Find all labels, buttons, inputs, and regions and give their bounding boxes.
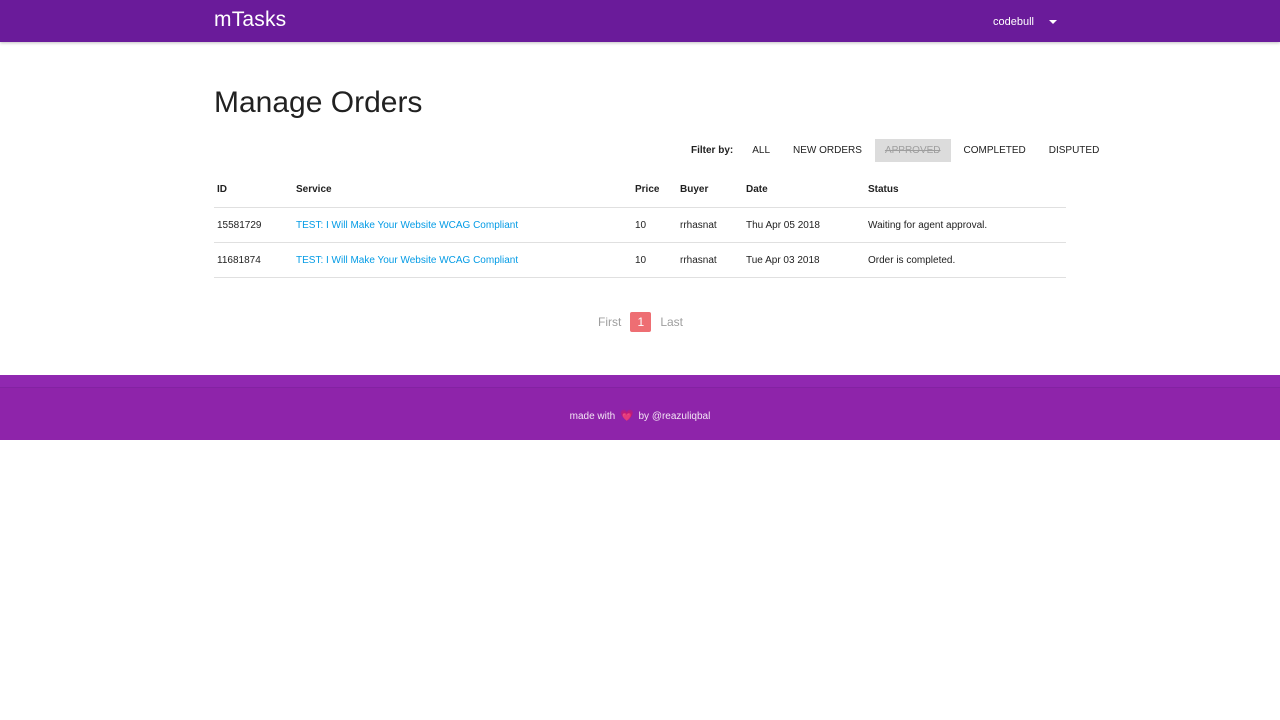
order-id-cell: 15581729 (214, 207, 293, 243)
filter-new-orders-button[interactable]: NEW ORDERS (783, 139, 872, 162)
orders-table: ID Service Price Buyer Date Status 15581… (214, 172, 1066, 278)
order-status-cell: Order is completed. (865, 242, 1066, 278)
pagination-last-link[interactable]: Last (656, 315, 687, 329)
filter-bar: Filter by: ALL NEW ORDERS APPROVED COMPL… (691, 139, 1112, 162)
table-row: 15581729 TEST: I Will Make Your Website … (214, 207, 1066, 243)
column-header-id: ID (214, 172, 293, 208)
column-header-buyer: Buyer (677, 172, 743, 208)
user-menu-dropdown[interactable]: codebull (993, 14, 1057, 30)
column-header-price: Price (632, 172, 677, 208)
heart-icon: 💗 (620, 410, 634, 422)
filter-disputed-button[interactable]: DISPUTED (1039, 139, 1110, 162)
service-link[interactable]: TEST: I Will Make Your Website WCAG Comp… (296, 220, 518, 231)
order-price-cell: 10 (632, 242, 677, 278)
order-price-cell: 10 (632, 207, 677, 243)
pagination-first-link[interactable]: First (594, 315, 625, 329)
username-label: codebull (993, 16, 1034, 28)
brand-logo[interactable]: mTasks (214, 8, 286, 32)
table-row: 11681874 TEST: I Will Make Your Website … (214, 242, 1066, 278)
footer-made-with-text: made with (569, 411, 616, 422)
pagination: First 1 Last (594, 312, 687, 332)
filter-label: Filter by: (691, 145, 734, 156)
filter-approved-button[interactable]: APPROVED (874, 139, 951, 162)
top-navbar: mTasks codebull (0, 0, 1280, 42)
column-header-service: Service (293, 172, 632, 208)
order-status-cell: Waiting for agent approval. (865, 207, 1066, 243)
footer-credit: made with 💗 by @reazuliqbal (0, 409, 1280, 422)
filter-all-button[interactable]: ALL (742, 139, 780, 162)
order-date-cell: Thu Apr 05 2018 (743, 207, 865, 243)
column-header-date: Date (743, 172, 865, 208)
caret-down-icon (1048, 20, 1057, 24)
order-id-cell: 11681874 (214, 242, 293, 278)
footer-author-text[interactable]: by @reazuliqbal (638, 411, 710, 422)
pagination-current-page[interactable]: 1 (630, 312, 652, 332)
order-buyer-cell: rrhasnat (677, 207, 743, 243)
page-title: Manage Orders (214, 86, 423, 119)
order-date-cell: Tue Apr 03 2018 (743, 242, 865, 278)
filter-completed-button[interactable]: COMPLETED (954, 139, 1036, 162)
service-link[interactable]: TEST: I Will Make Your Website WCAG Comp… (296, 255, 518, 266)
order-service-cell: TEST: I Will Make Your Website WCAG Comp… (293, 207, 632, 243)
order-service-cell: TEST: I Will Make Your Website WCAG Comp… (293, 242, 632, 278)
order-buyer-cell: rrhasnat (677, 242, 743, 278)
table-header-row: ID Service Price Buyer Date Status (214, 172, 1066, 208)
footer-top-band (0, 375, 1280, 388)
footer: made with 💗 by @reazuliqbal (0, 375, 1280, 440)
column-header-status: Status (865, 172, 1066, 208)
